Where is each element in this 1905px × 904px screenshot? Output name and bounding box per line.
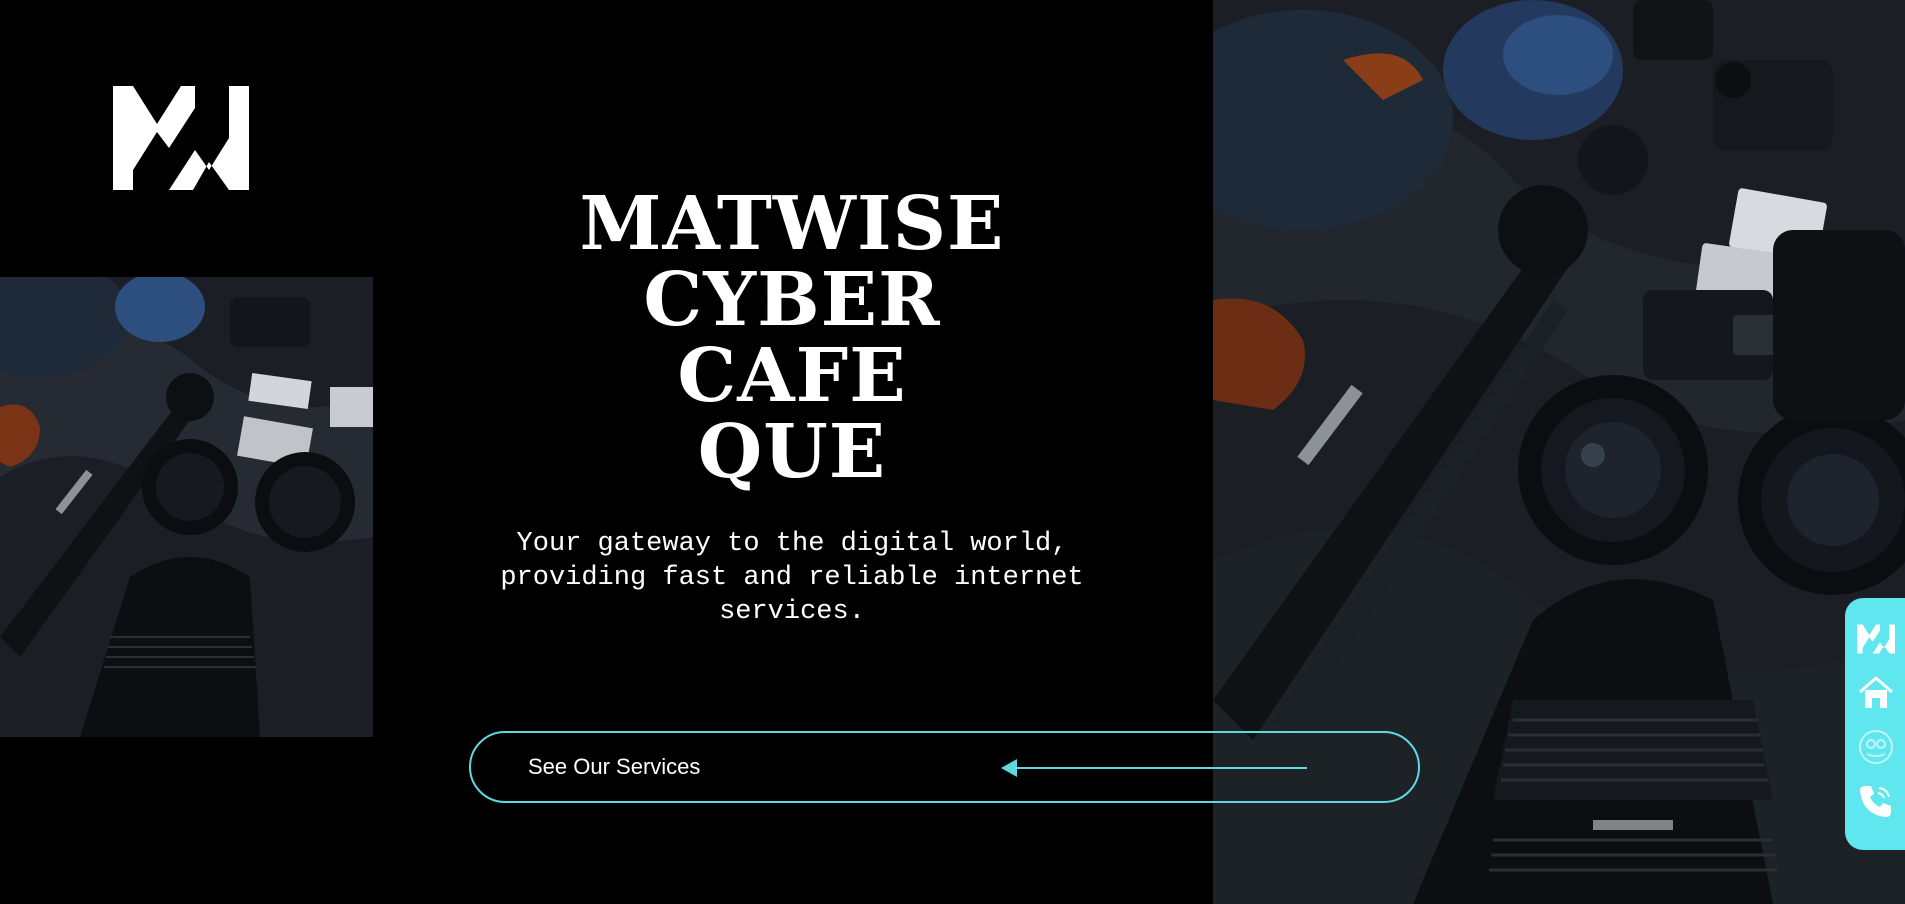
side-photo: [0, 277, 373, 737]
title-line: CYBER: [643, 257, 941, 343]
nav-services-item[interactable]: [1857, 728, 1895, 766]
phone-icon: [1860, 786, 1891, 817]
mw-logo-icon: [1857, 624, 1895, 654]
floating-side-nav: [1845, 598, 1905, 850]
title-line: CAFE: [677, 333, 907, 419]
hero-subtitle: Your gateway to the digital world, provi…: [500, 529, 1084, 627]
nav-logo-item[interactable]: [1857, 620, 1895, 658]
title-line: QUE: [697, 409, 887, 495]
nav-contact-item[interactable]: [1857, 782, 1895, 820]
mw-logo-icon[interactable]: [113, 86, 249, 190]
see-services-button[interactable]: See Our Services: [469, 731, 1420, 803]
arrow-left-icon: [1001, 759, 1307, 777]
home-icon: [1859, 676, 1893, 708]
title-line: MATWISE: [579, 181, 1005, 267]
services-icon: [1859, 730, 1893, 764]
nav-home-item[interactable]: [1857, 674, 1895, 712]
page-title: MATWISE CYBER CAFE QUE: [520, 186, 1064, 490]
page: MATWISE CYBER CAFE QUE Your gateway to t…: [0, 0, 1905, 904]
see-services-label: See Our Services: [528, 754, 701, 779]
